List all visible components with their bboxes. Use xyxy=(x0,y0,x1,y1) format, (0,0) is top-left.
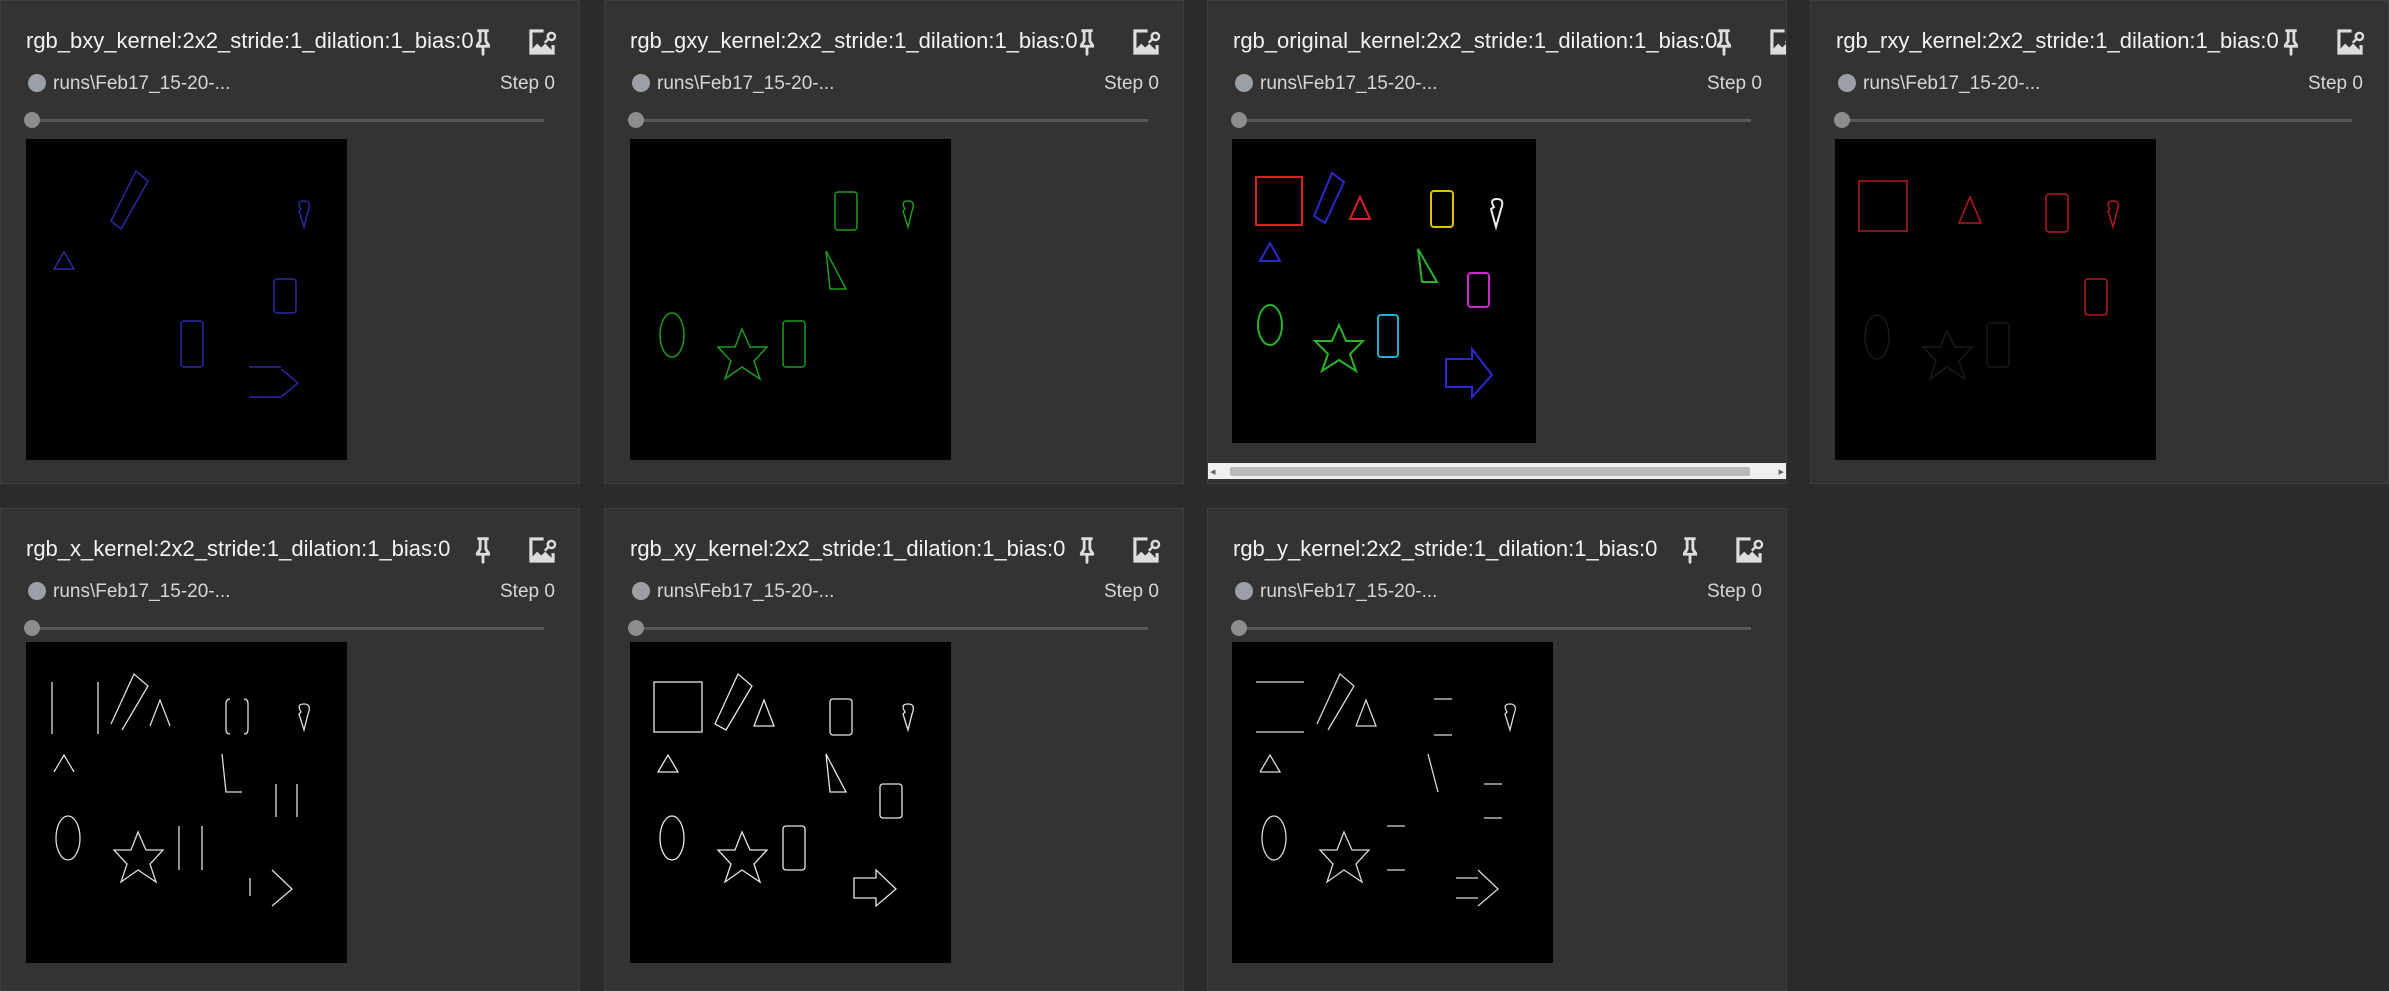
run-color-dot xyxy=(632,74,650,92)
slider-knob[interactable] xyxy=(24,112,40,128)
image-card-rgb-y: rgb_y_kernel:2x2_stride:1_dilation:1_bia… xyxy=(1207,508,1787,991)
step-slider[interactable] xyxy=(24,620,544,636)
bxy-image xyxy=(52,169,311,398)
pin-icon[interactable] xyxy=(466,25,500,59)
slider-knob[interactable] xyxy=(24,620,40,636)
image-search-icon[interactable] xyxy=(523,23,561,61)
card-title: rgb_bxy_kernel:2x2_stride:1_dilation:1_b… xyxy=(26,28,474,53)
card-title: rgb_gxy_kernel:2x2_stride:1_dilation:1_b… xyxy=(630,28,1078,53)
image-card-rgb-xy: rgb_xy_kernel:2x2_stride:1_dilation:1_bi… xyxy=(604,508,1184,991)
card-title: rgb_y_kernel:2x2_stride:1_dilation:1_bia… xyxy=(1233,536,1658,561)
pin-icon[interactable] xyxy=(1673,533,1707,567)
slider-knob[interactable] xyxy=(1834,112,1850,128)
run-color-dot xyxy=(1235,74,1253,92)
image-search-icon[interactable] xyxy=(1730,531,1768,569)
slider-knob[interactable] xyxy=(628,112,644,128)
slider-knob[interactable] xyxy=(628,620,644,636)
y-image xyxy=(1256,672,1516,907)
image-card-rgb-gxy: rgb_gxy_kernel:2x2_stride:1_dilation:1_b… xyxy=(604,0,1184,484)
step-label: Step 0 xyxy=(1707,73,1762,94)
scroll-left-icon[interactable]: ◂ xyxy=(1210,465,1216,478)
step-slider[interactable] xyxy=(1231,620,1751,636)
step-label: Step 0 xyxy=(1104,581,1159,602)
run-name: runs\Feb17_15-20-... xyxy=(1863,73,2041,94)
pin-icon[interactable] xyxy=(1707,25,1741,59)
run-color-dot xyxy=(1235,582,1253,600)
image-preview[interactable] xyxy=(630,139,951,460)
image-preview[interactable] xyxy=(630,642,951,963)
run-color-dot xyxy=(28,74,46,92)
pin-icon[interactable] xyxy=(2274,25,2308,59)
run-name: runs\Feb17_15-20-... xyxy=(657,581,835,602)
step-label: Step 0 xyxy=(500,581,555,602)
card-title: rgb_rxy_kernel:2x2_stride:1_dilation:1_b… xyxy=(1836,28,2279,53)
step-label: Step 0 xyxy=(2308,73,2363,94)
pin-icon[interactable] xyxy=(1070,25,1104,59)
step-slider[interactable] xyxy=(24,112,544,128)
card-title: rgb_original_kernel:2x2_stride:1_dilatio… xyxy=(1233,28,1718,53)
step-slider[interactable] xyxy=(628,620,1148,636)
image-preview[interactable] xyxy=(1232,139,1536,443)
pin-icon[interactable] xyxy=(1070,533,1104,567)
card-title: rgb_xy_kernel:2x2_stride:1_dilation:1_bi… xyxy=(630,536,1066,561)
image-search-icon[interactable] xyxy=(2331,23,2369,61)
image-preview[interactable] xyxy=(1232,642,1553,963)
run-name: runs\Feb17_15-20-... xyxy=(1260,73,1438,94)
run-name: runs\Feb17_15-20-... xyxy=(53,581,231,602)
step-slider[interactable] xyxy=(628,112,1148,128)
card-title: rgb_x_kernel:2x2_stride:1_dilation:1_bia… xyxy=(26,536,451,561)
original-image xyxy=(1255,171,1504,400)
slider-knob[interactable] xyxy=(1231,620,1247,636)
step-slider[interactable] xyxy=(1834,112,2352,128)
run-color-dot xyxy=(632,582,650,600)
image-search-icon[interactable] xyxy=(1127,531,1165,569)
image-search-icon[interactable] xyxy=(1127,23,1165,61)
image-search-icon[interactable] xyxy=(1764,23,1787,61)
run-name: runs\Feb17_15-20-... xyxy=(1260,581,1438,602)
scrollbar-thumb[interactable] xyxy=(1230,467,1750,476)
run-color-dot xyxy=(1838,74,1856,92)
gxy-image xyxy=(659,191,915,381)
image-card-rgb-rxy: rgb_rxy_kernel:2x2_stride:1_dilation:1_b… xyxy=(1810,0,2389,484)
image-preview[interactable] xyxy=(1835,139,2156,460)
step-label: Step 0 xyxy=(1707,581,1762,602)
image-search-icon[interactable] xyxy=(523,531,561,569)
slider-knob[interactable] xyxy=(1231,112,1247,128)
image-preview[interactable] xyxy=(26,642,347,963)
step-label: Step 0 xyxy=(1104,73,1159,94)
horizontal-scrollbar[interactable]: ◂ ▸ xyxy=(1208,463,1786,479)
image-preview[interactable] xyxy=(26,139,347,460)
x-image xyxy=(51,672,310,907)
image-card-rgb-original: rgb_original_kernel:2x2_stride:1_dilatio… xyxy=(1207,0,1787,484)
run-name: runs\Feb17_15-20-... xyxy=(657,73,835,94)
xy-image xyxy=(653,672,914,908)
pin-icon[interactable] xyxy=(466,533,500,567)
run-color-dot xyxy=(28,582,46,600)
run-name: runs\Feb17_15-20-... xyxy=(53,73,231,94)
step-label: Step 0 xyxy=(500,73,555,94)
scroll-right-icon[interactable]: ▸ xyxy=(1778,465,1784,478)
step-slider[interactable] xyxy=(1231,112,1751,128)
image-card-rgb-x: rgb_x_kernel:2x2_stride:1_dilation:1_bia… xyxy=(0,508,580,991)
rxy-image xyxy=(1858,180,2120,381)
image-card-rgb-bxy: rgb_bxy_kernel:2x2_stride:1_dilation:1_b… xyxy=(0,0,580,484)
